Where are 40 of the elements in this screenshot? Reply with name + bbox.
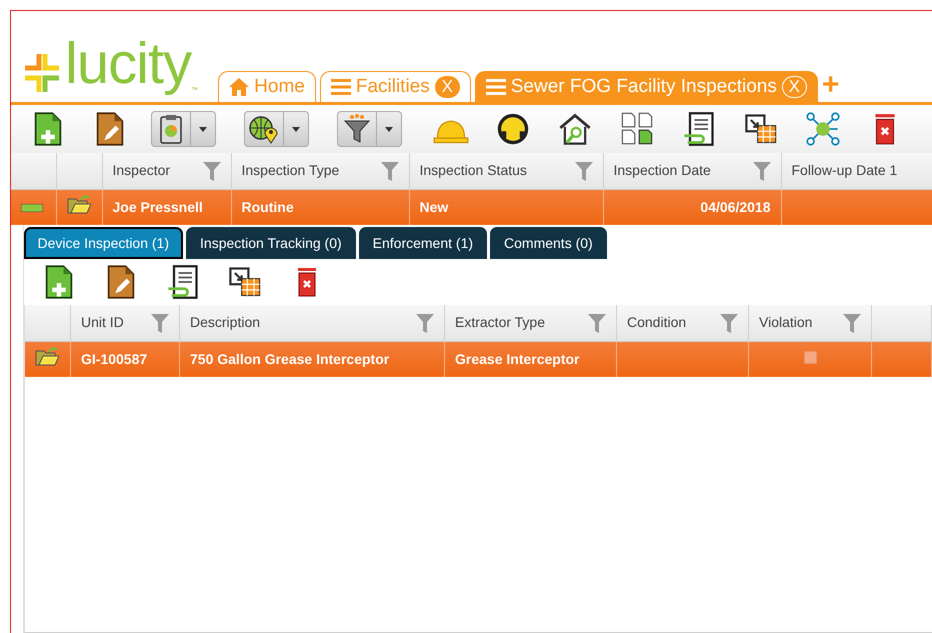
- filter-icon[interactable]: [380, 160, 398, 181]
- home-icon: [229, 78, 250, 96]
- grid-cell: New: [420, 198, 448, 215]
- dropdown-button[interactable]: [337, 111, 402, 147]
- violation-checkbox[interactable]: [804, 350, 816, 364]
- filter-icon[interactable]: [843, 312, 861, 333]
- folder-icon[interactable]: [34, 346, 58, 366]
- filter-icon[interactable]: [752, 160, 770, 181]
- headset-icon[interactable]: [495, 111, 531, 147]
- grid-cell: GI-100587: [81, 350, 148, 367]
- network-nodes-icon[interactable]: [805, 111, 841, 147]
- caret-icon: [199, 126, 207, 132]
- grid-cell: Routine: [242, 198, 294, 215]
- filter-icon[interactable]: [574, 160, 592, 181]
- grid-cell: 750 Gallon Grease Interceptor: [190, 350, 390, 367]
- caret-icon: [292, 126, 300, 132]
- grid-cell: Joe Pressnell: [112, 198, 203, 215]
- filter-icon[interactable]: [416, 312, 434, 333]
- filter-icon[interactable]: [202, 160, 220, 181]
- grid-header-cell: [11, 153, 56, 189]
- detail-tab[interactable]: Device Inspection (1): [24, 227, 184, 259]
- filter-icon[interactable]: [720, 312, 738, 333]
- copy-documents-icon[interactable]: [619, 111, 655, 147]
- list-icon: [330, 78, 351, 96]
- dropdown-button[interactable]: [151, 111, 216, 147]
- house-magnifier-icon[interactable]: [557, 111, 593, 147]
- collapse-toggle[interactable]: [21, 204, 43, 212]
- filter-icon[interactable]: [151, 312, 169, 333]
- detail-tab[interactable]: Comments (0): [490, 227, 607, 259]
- grid-cell: Grease Interceptor: [455, 350, 580, 367]
- caret-icon: [385, 126, 393, 132]
- funnel-icon: [341, 113, 373, 145]
- dropdown-button[interactable]: [244, 111, 309, 147]
- grid-cell: 04/06/2018: [700, 198, 770, 215]
- detail-tab[interactable]: Inspection Tracking (0): [186, 227, 356, 259]
- folder-icon[interactable]: [66, 194, 90, 214]
- column-header[interactable]: Description: [190, 312, 260, 334]
- filter-icon[interactable]: [588, 312, 606, 333]
- list-icon: [486, 78, 506, 96]
- detail-tab[interactable]: Enforcement (1): [358, 227, 488, 259]
